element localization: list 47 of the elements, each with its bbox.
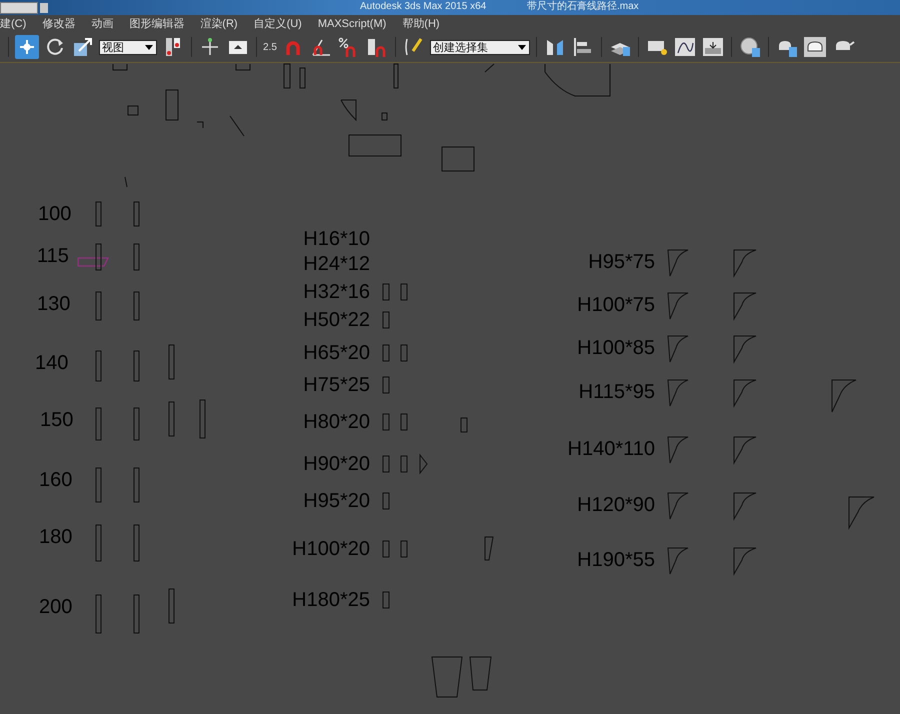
width-label: 130	[37, 293, 70, 315]
profile-label: H115*95	[578, 381, 655, 403]
selection-set-dropdown[interactable]: 创建选择集	[430, 40, 530, 54]
profile-label: H75*25	[303, 374, 370, 396]
reference-coordinate-dropdown[interactable]: 视图	[99, 40, 157, 54]
profile-label: H100*20	[292, 538, 370, 560]
quick-access-field[interactable]	[0, 2, 38, 14]
width-label: 180	[39, 526, 72, 548]
profile-label: H95*20	[303, 490, 370, 512]
profile-label: H50*22	[303, 309, 370, 331]
menu-item[interactable]: 帮助(H)	[394, 16, 448, 31]
width-label: 115	[37, 245, 69, 267]
menu-item[interactable]: MAXScript(M)	[310, 18, 394, 30]
menu-item[interactable]: 修改器	[34, 16, 84, 31]
profile-label: H140*110	[568, 438, 655, 460]
profile-label: H180*25	[292, 589, 370, 611]
menu-item[interactable]: 图形编辑器	[121, 16, 192, 31]
snap-value: 2.5	[263, 42, 277, 52]
profile-label: H65*20	[303, 342, 370, 364]
profile-label: H120*90	[577, 494, 655, 516]
profile-label: H100*85	[577, 337, 655, 359]
move-tool-icon[interactable]	[15, 35, 39, 59]
quick-access-button[interactable]	[40, 2, 48, 12]
profile-label: H95*75	[588, 251, 655, 273]
rendered-frame-icon[interactable]	[802, 35, 827, 59]
width-label: 100	[38, 203, 72, 225]
menu-item[interactable]: 渲染(R)	[192, 16, 246, 31]
width-label: 160	[39, 469, 72, 491]
curve-editor-icon[interactable]	[672, 35, 697, 59]
menu-item[interactable]: 建(C)	[0, 16, 34, 31]
profile-label: H90*20	[303, 453, 370, 475]
width-label: 140	[35, 352, 68, 374]
material-editor-icon[interactable]	[738, 35, 762, 59]
menu-item[interactable]: 自定义(U)	[246, 16, 310, 31]
app-title: Autodesk 3ds Max 2015 x64	[360, 1, 486, 13]
profile-label: H32*16	[303, 281, 370, 303]
profile-label: H100*75	[577, 294, 655, 316]
width-label: 150	[40, 409, 74, 431]
file-name: 带尺寸的石膏线路径.max	[527, 1, 639, 13]
profile-label: H190*55	[577, 549, 655, 571]
width-label: 200	[39, 596, 72, 618]
menu-item[interactable]: 动画	[83, 16, 122, 31]
profile-label: H80*20	[303, 411, 370, 433]
schematic-view-icon[interactable]	[700, 35, 725, 59]
profile-label: H16*10	[303, 228, 370, 250]
scale-tool-icon[interactable]	[71, 35, 95, 59]
profile-label: H24*12	[303, 253, 370, 275]
